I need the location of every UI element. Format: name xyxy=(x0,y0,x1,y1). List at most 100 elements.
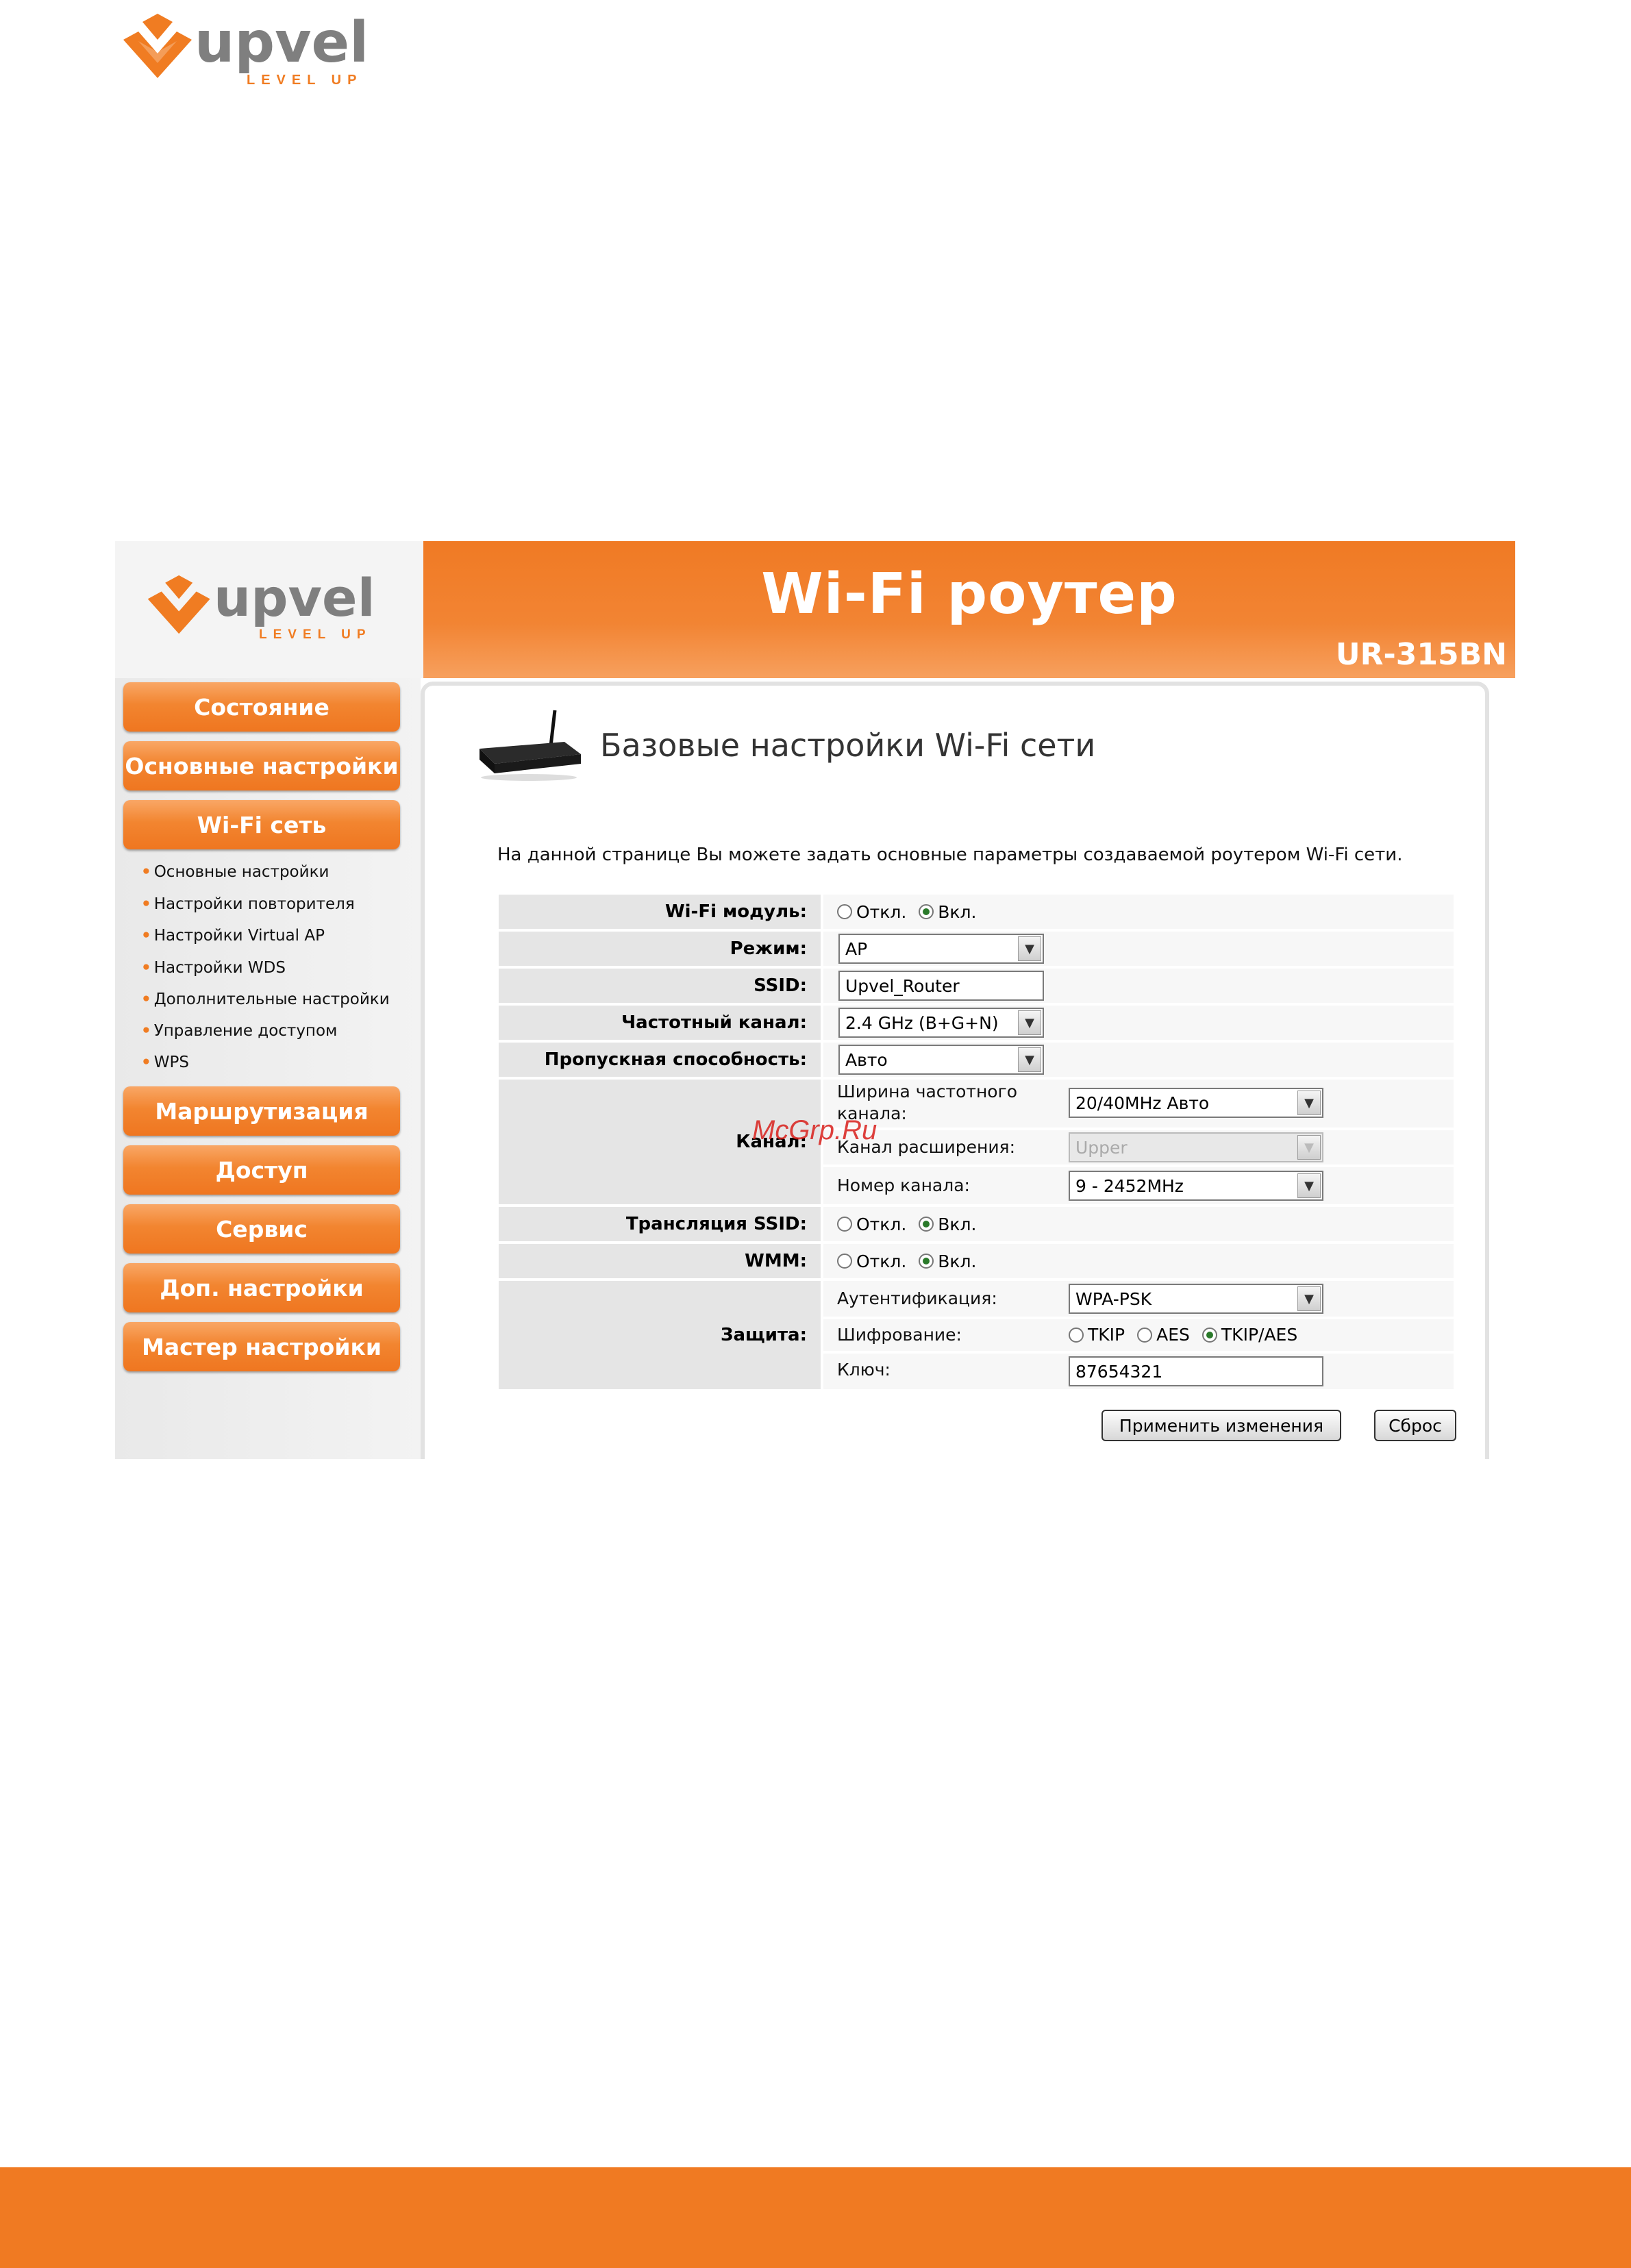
auth-select[interactable]: WPA-PSK ▼ xyxy=(1069,1284,1323,1314)
row-mode: Режим: AP ▼ xyxy=(499,932,1454,966)
sidebar-item-label: Основные настройки xyxy=(153,863,329,881)
select-value: Upper xyxy=(1075,1137,1128,1158)
apply-changes-button[interactable]: Применить изменения xyxy=(1101,1410,1341,1441)
sidebar-item-basic[interactable]: • Основные настройки xyxy=(141,863,329,881)
nav-access-button[interactable]: Доступ xyxy=(123,1145,400,1195)
channel-ext-row: Канал расширения: Upper ▼ xyxy=(823,1130,1454,1164)
sidebar-item-advanced[interactable]: • Дополнительные настройки xyxy=(141,990,390,1008)
ssid-broadcast-off-radio[interactable]: Откл. xyxy=(837,1214,906,1234)
chevron-down-icon: ▼ xyxy=(1297,1091,1321,1115)
chevron-down-icon: ▼ xyxy=(1018,936,1041,961)
sidebar-item-repeater[interactable]: • Настройки повторителя xyxy=(141,895,355,913)
row-bandwidth: Пропускная способность: Авто ▼ xyxy=(499,1043,1454,1077)
sidebar-item-wps[interactable]: • WPS xyxy=(141,1054,189,1071)
header-logo-tagline: LEVEL UP xyxy=(259,627,372,642)
mode-cell: AP ▼ xyxy=(823,932,1454,966)
radio-label: TKIP xyxy=(1088,1325,1125,1345)
router-admin-screenshot: upvel LEVEL UP Wi-Fi роутер UR-315BN Сос… xyxy=(115,541,1515,1459)
encryption-tkip-radio[interactable]: TKIP xyxy=(1069,1325,1125,1345)
ssid-input[interactable]: Upvel_Router xyxy=(838,971,1044,1001)
encryption-tkip-aes-radio[interactable]: TKIP/AES xyxy=(1202,1325,1297,1345)
chevron-down-icon: ▼ xyxy=(1018,1047,1041,1072)
select-value: 2.4 GHz (B+G+N) xyxy=(845,1012,999,1033)
sidebar-item-virtual-ap[interactable]: • Настройки Virtual AP xyxy=(141,927,325,945)
channel-width-select[interactable]: 20/40MHz Авто ▼ xyxy=(1069,1088,1323,1118)
security-label: Защита: xyxy=(499,1281,821,1389)
header-logo-area: upvel LEVEL UP xyxy=(115,541,423,678)
encryption-aes-radio[interactable]: AES xyxy=(1137,1325,1190,1345)
nav-wizard-button[interactable]: Мастер настройки xyxy=(123,1322,400,1371)
sidebar: Состояние Основные настройки Wi-Fi сеть … xyxy=(115,678,421,1459)
chevron-down-icon: ▼ xyxy=(1297,1135,1321,1160)
sidebar-item-label: Дополнительные настройки xyxy=(153,990,390,1008)
band-select[interactable]: 2.4 GHz (B+G+N) ▼ xyxy=(838,1008,1044,1038)
mode-select[interactable]: AP ▼ xyxy=(838,934,1044,964)
logo-tagline: LEVEL UP xyxy=(247,73,363,88)
nav-status-button[interactable]: Состояние xyxy=(123,682,400,732)
band-label: Частотный канал: xyxy=(499,1006,821,1040)
row-channel: Канал: Ширина частотного канала: 20/40MH… xyxy=(499,1080,1454,1204)
wmm-label: WMM: xyxy=(499,1244,821,1278)
row-wifi-module: Wi-Fi модуль: Откл. Вкл. xyxy=(499,895,1454,929)
upvel-logo: upvel LEVEL UP xyxy=(118,12,371,88)
ssid-broadcast-on-radio[interactable]: Вкл. xyxy=(919,1214,976,1234)
nav-extra-settings-button[interactable]: Доп. настройки xyxy=(123,1263,400,1312)
key-label: Ключ: xyxy=(837,1360,891,1380)
wifi-module-on-radio[interactable]: Вкл. xyxy=(919,902,976,922)
auth-row: Аутентификация: WPA-PSK ▼ xyxy=(823,1281,1454,1317)
channel-number-row: Номер канала: 9 - 2452MHz ▼ xyxy=(823,1167,1454,1204)
bandwidth-label: Пропускная способность: xyxy=(499,1043,821,1077)
radio-label: Вкл. xyxy=(938,1251,977,1271)
bandwidth-select[interactable]: Авто ▼ xyxy=(838,1045,1044,1075)
radio-label: Вкл. xyxy=(938,1214,977,1234)
sidebar-item-label: WPS xyxy=(153,1054,189,1071)
chevron-down-icon: ▼ xyxy=(1297,1173,1321,1198)
encryption-options: TKIP AES TKIP/AES xyxy=(1069,1325,1310,1345)
select-value: 9 - 2452MHz xyxy=(1075,1175,1184,1196)
nav-service-button[interactable]: Сервис xyxy=(123,1204,400,1254)
band-cell: 2.4 GHz (B+G+N) ▼ xyxy=(823,1006,1454,1040)
channel-number-select[interactable]: 9 - 2452MHz ▼ xyxy=(1069,1171,1323,1201)
radio-label: AES xyxy=(1156,1325,1190,1345)
sidebar-item-label: Настройки WDS xyxy=(153,959,286,977)
key-row: Ключ: 87654321 xyxy=(823,1354,1454,1389)
encryption-label: Шифрование: xyxy=(837,1325,962,1345)
nav-routing-button[interactable]: Маршрутизация xyxy=(123,1086,400,1136)
sidebar-item-access-control[interactable]: • Управление доступом xyxy=(141,1022,337,1040)
select-value: WPA-PSK xyxy=(1075,1288,1152,1309)
select-value: AP xyxy=(845,938,868,959)
wmm-off-radio[interactable]: Откл. xyxy=(837,1251,906,1271)
reset-button[interactable]: Сброс xyxy=(1374,1410,1456,1441)
ssid-label: SSID: xyxy=(499,969,821,1003)
auth-label: Аутентификация: xyxy=(837,1288,997,1308)
ssid-broadcast-label: Трансляция SSID: xyxy=(499,1207,821,1241)
wifi-module-off-radio[interactable]: Откл. xyxy=(837,902,906,922)
nav-basic-settings-button[interactable]: Основные настройки xyxy=(123,741,400,790)
page-description: На данной странице Вы можете задать осно… xyxy=(497,845,1403,865)
wmm-on-radio[interactable]: Вкл. xyxy=(919,1251,976,1271)
header-logo-word: upvel xyxy=(214,567,375,628)
row-security: Защита: Аутентификация: WPA-PSK ▼ Шифрова… xyxy=(499,1281,1454,1389)
sidebar-item-label: Управление доступом xyxy=(153,1022,338,1040)
wifi-module-options: Откл. Вкл. xyxy=(823,895,1454,929)
logo-word: upvel xyxy=(195,10,369,75)
nav-wifi-button[interactable]: Wi-Fi сеть xyxy=(123,800,400,849)
radio-label: Откл. xyxy=(856,1251,907,1271)
header-logo[interactable]: upvel LEVEL UP xyxy=(142,569,403,651)
upvel-chevron-icon xyxy=(123,14,192,78)
header-model: UR-315BN xyxy=(1335,637,1507,672)
router-icon xyxy=(480,710,581,781)
row-band: Частотный канал: 2.4 GHz (B+G+N) ▼ xyxy=(499,1006,1454,1040)
key-input[interactable]: 87654321 xyxy=(1069,1356,1323,1386)
encryption-row: Шифрование: TKIP AES TKIP/AES xyxy=(823,1319,1454,1351)
radio-label: Откл. xyxy=(856,1214,907,1234)
select-value: Авто xyxy=(845,1049,888,1070)
select-value: 20/40MHz Авто xyxy=(1075,1093,1210,1113)
mode-label: Режим: xyxy=(499,932,821,966)
channel-ext-select[interactable]: Upper ▼ xyxy=(1069,1132,1323,1162)
wmm-options: Откл. Вкл. xyxy=(823,1244,1454,1278)
sidebar-item-wds[interactable]: • Настройки WDS xyxy=(141,959,286,977)
radio-label: Вкл. xyxy=(938,901,977,922)
sidebar-item-label: Настройки повторителя xyxy=(153,895,355,913)
channel-number-label: Номер канала: xyxy=(837,1175,970,1195)
